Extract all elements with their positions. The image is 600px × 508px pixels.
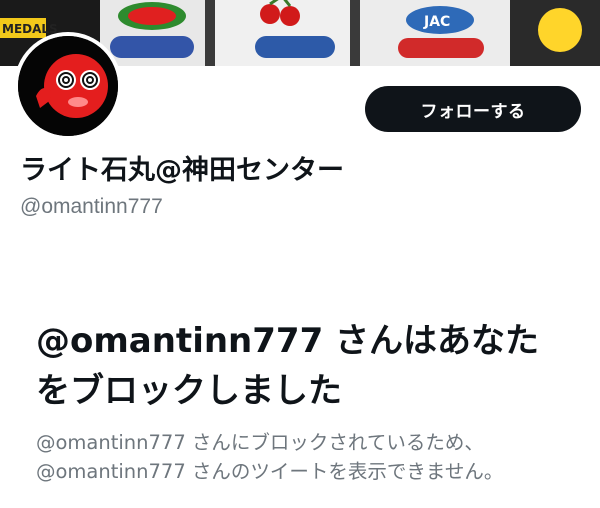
avatar-face-image — [18, 36, 118, 136]
avatar[interactable] — [14, 32, 122, 140]
blocked-desc-line-2: @omantinn777 さんのツイートを表示できません。 — [36, 460, 504, 483]
follow-button[interactable]: フォローする — [365, 86, 581, 132]
svg-text:JAC: JAC — [423, 14, 450, 30]
blocked-notice-title: @omantinn777 さんはあなたをブロックしました — [36, 321, 540, 411]
display-name: ライト石丸@神田センター — [20, 155, 344, 186]
svg-text:MEDALS: MEDALS — [2, 22, 58, 36]
blocked-desc-line-1: @omantinn777 さんにブロックされているため、 — [36, 431, 484, 454]
user-handle: @omantinn777 — [20, 195, 163, 218]
blocked-notice-description: @omantinn777 さんにブロックされているため、 @omantinn77… — [36, 428, 576, 486]
